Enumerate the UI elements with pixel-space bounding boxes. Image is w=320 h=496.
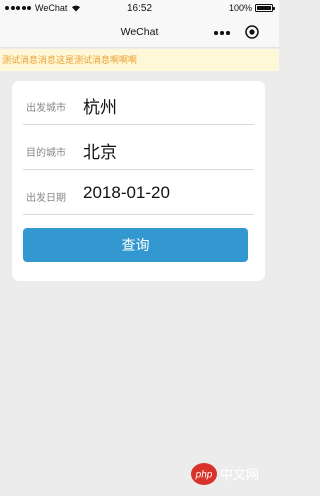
status-bar: WeChat 16:52 100% [0, 0, 279, 18]
svg-text:中文网: 中文网 [220, 468, 259, 483]
battery-fill [257, 6, 271, 10]
battery-icon [255, 4, 275, 12]
arrival-city-label: 目的城市 [26, 148, 66, 159]
close-icon[interactable] [245, 25, 259, 39]
battery-percent: 100% [228, 3, 252, 13]
departure-city-value[interactable]: 杭州 [83, 93, 117, 118]
notice-text: 测试消息消息这是测试消息啊啊啊 [2, 55, 138, 65]
notice-bar: 测试消息消息这是测试消息啊啊啊 [0, 49, 279, 71]
search-button[interactable]: 查询 [23, 228, 248, 262]
status-right: 100% [228, 3, 275, 13]
nav-bar: WeChat [0, 18, 279, 48]
departure-date-value[interactable]: 2018-01-20 [83, 183, 170, 203]
search-form-card: 出发城市 杭州 目的城市 北京 出发日期 2018-01-20 查询 [12, 81, 265, 281]
php-cn-watermark-logo: php 中文网 [191, 463, 259, 485]
arrival-city-value[interactable]: 北京 [83, 138, 117, 163]
more-icon[interactable] [212, 27, 232, 39]
departure-city-label: 出发城市 [26, 103, 66, 114]
page-title: WeChat [120, 26, 159, 38]
departure-date-field[interactable]: 出发日期 2018-01-20 [23, 171, 254, 215]
departure-date-label: 出发日期 [26, 193, 66, 204]
svg-text:php: php [195, 470, 213, 481]
departure-city-field[interactable]: 出发城市 杭州 [23, 81, 254, 125]
arrival-city-field[interactable]: 目的城市 北京 [23, 126, 254, 170]
